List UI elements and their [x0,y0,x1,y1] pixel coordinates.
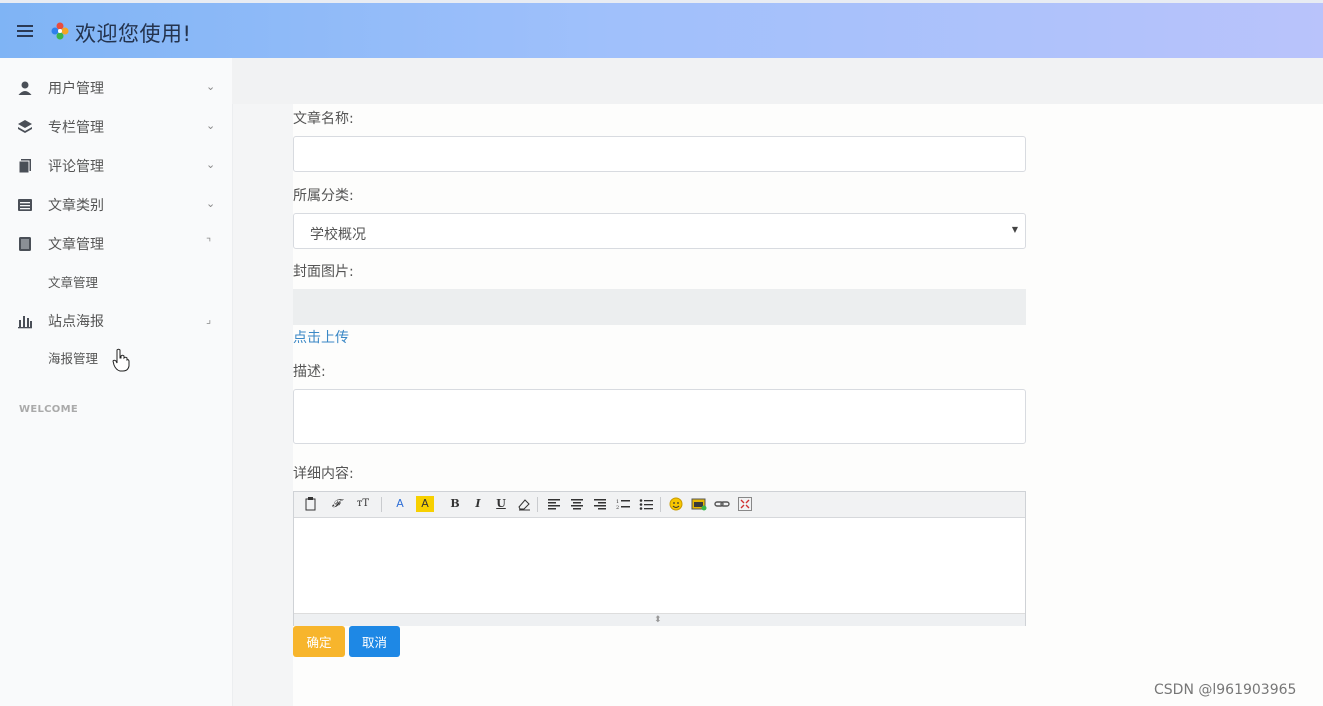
sidebar-subitem-poster-management[interactable]: 海报管理 [48,348,98,367]
align-center-icon[interactable] [569,496,585,512]
emoji-icon[interactable] [668,496,684,512]
ordered-list-icon[interactable]: 12 [615,496,631,512]
chevron-expanded-icon: ⌝ [206,236,212,249]
user-icon [18,81,32,95]
article-name-input[interactable] [293,136,1026,172]
sidebar-subitem-article-management[interactable]: 文章管理 [48,272,98,291]
sidebar-item-comments[interactable]: 评论管理 ⌄ [0,149,232,185]
sidebar: 用户管理 ⌄ 专栏管理 ⌄ 评论管理 ⌄ 文章类别 ⌄ 文章管理 ⌝ 文章管理 [0,58,233,706]
highlight-color-button[interactable]: A [416,496,434,512]
sidebar-item-label: 站点海报 [48,314,104,330]
align-right-icon[interactable] [592,496,608,512]
layers-icon [18,120,32,133]
sidebar-item-label: 专栏管理 [48,120,104,136]
underline-button[interactable]: U [493,496,509,512]
fullscreen-icon[interactable] [737,496,753,512]
sidebar-item-users[interactable]: 用户管理 ⌄ [0,71,232,107]
eraser-icon[interactable] [516,496,532,512]
sidebar-item-site-poster[interactable]: 站点海报 ⌟ [0,304,232,340]
align-left-icon[interactable] [546,496,562,512]
content-header-strip [232,58,1323,104]
document-icon [18,159,31,174]
resize-grip-icon[interactable]: ⬍ [654,615,662,625]
site-title: 欢迎您使用! [75,22,192,46]
chevron-down-icon: ⌄ [206,80,216,93]
chevron-down-icon: ⌄ [206,197,216,210]
hamburger-menu-icon[interactable] [17,25,33,37]
chevron-down-icon: ⌄ [206,158,216,171]
description-textarea[interactable] [293,389,1026,444]
sidebar-item-label: 文章类别 [48,198,104,214]
cancel-button[interactable]: 取消 [349,626,400,657]
welcome-label: WELCOME [19,404,78,415]
sidebar-item-columns[interactable]: 专栏管理 ⌄ [0,110,232,146]
paste-icon[interactable] [303,496,319,512]
confirm-button[interactable]: 确定 [293,626,345,657]
rich-text-editor: 𝓕 тT A A B I U 12 ⬍ [293,491,1026,626]
svg-text:2: 2 [616,505,619,511]
logo-icon [51,22,69,40]
detail-content-label: 详细内容: [293,466,354,482]
category-selected-value: 学校概况 [310,227,366,243]
link-icon[interactable] [714,496,730,512]
upload-link[interactable]: 点击上传 [293,327,349,347]
bar-chart-icon [18,316,32,329]
editor-resize-bar[interactable]: ⬍ [294,613,1025,626]
sidebar-item-label: 评论管理 [48,159,104,175]
text-color-button[interactable]: A [390,496,410,512]
category-select[interactable]: 学校概况 ▼ [293,213,1026,249]
watermark: CSDN @l961903965 [1154,682,1297,698]
font-family-button[interactable]: 𝓕 [326,496,346,512]
italic-button[interactable]: I [470,496,486,512]
sidebar-item-article-management[interactable]: 文章管理 ⌝ [0,227,232,263]
hand-pointer-cursor-icon [112,348,130,372]
dropdown-arrow-icon: ▼ [1011,225,1018,234]
font-size-button[interactable]: тT [352,496,374,512]
calculator-icon [19,237,31,251]
editor-toolbar: 𝓕 тT A A B I U 12 [294,492,1025,518]
bold-button[interactable]: B [447,496,463,512]
image-icon[interactable] [691,496,707,512]
sidebar-item-label: 文章管理 [48,237,104,253]
category-label: 所属分类: [293,188,354,204]
cover-image-label: 封面图片: [293,264,354,280]
article-name-label: 文章名称: [293,111,354,127]
list-icon [18,199,32,211]
chevron-down-icon: ⌄ [206,119,216,132]
sidebar-item-article-category[interactable]: 文章类别 ⌄ [0,188,232,224]
sidebar-item-label: 用户管理 [48,81,104,97]
chevron-expanded-icon: ⌟ [206,313,212,326]
editor-content-area[interactable] [294,518,1025,613]
description-label: 描述: [293,364,326,380]
top-bar: 欢迎您使用! [0,0,1323,58]
cover-image-area[interactable] [293,289,1026,325]
unordered-list-icon[interactable] [638,496,654,512]
